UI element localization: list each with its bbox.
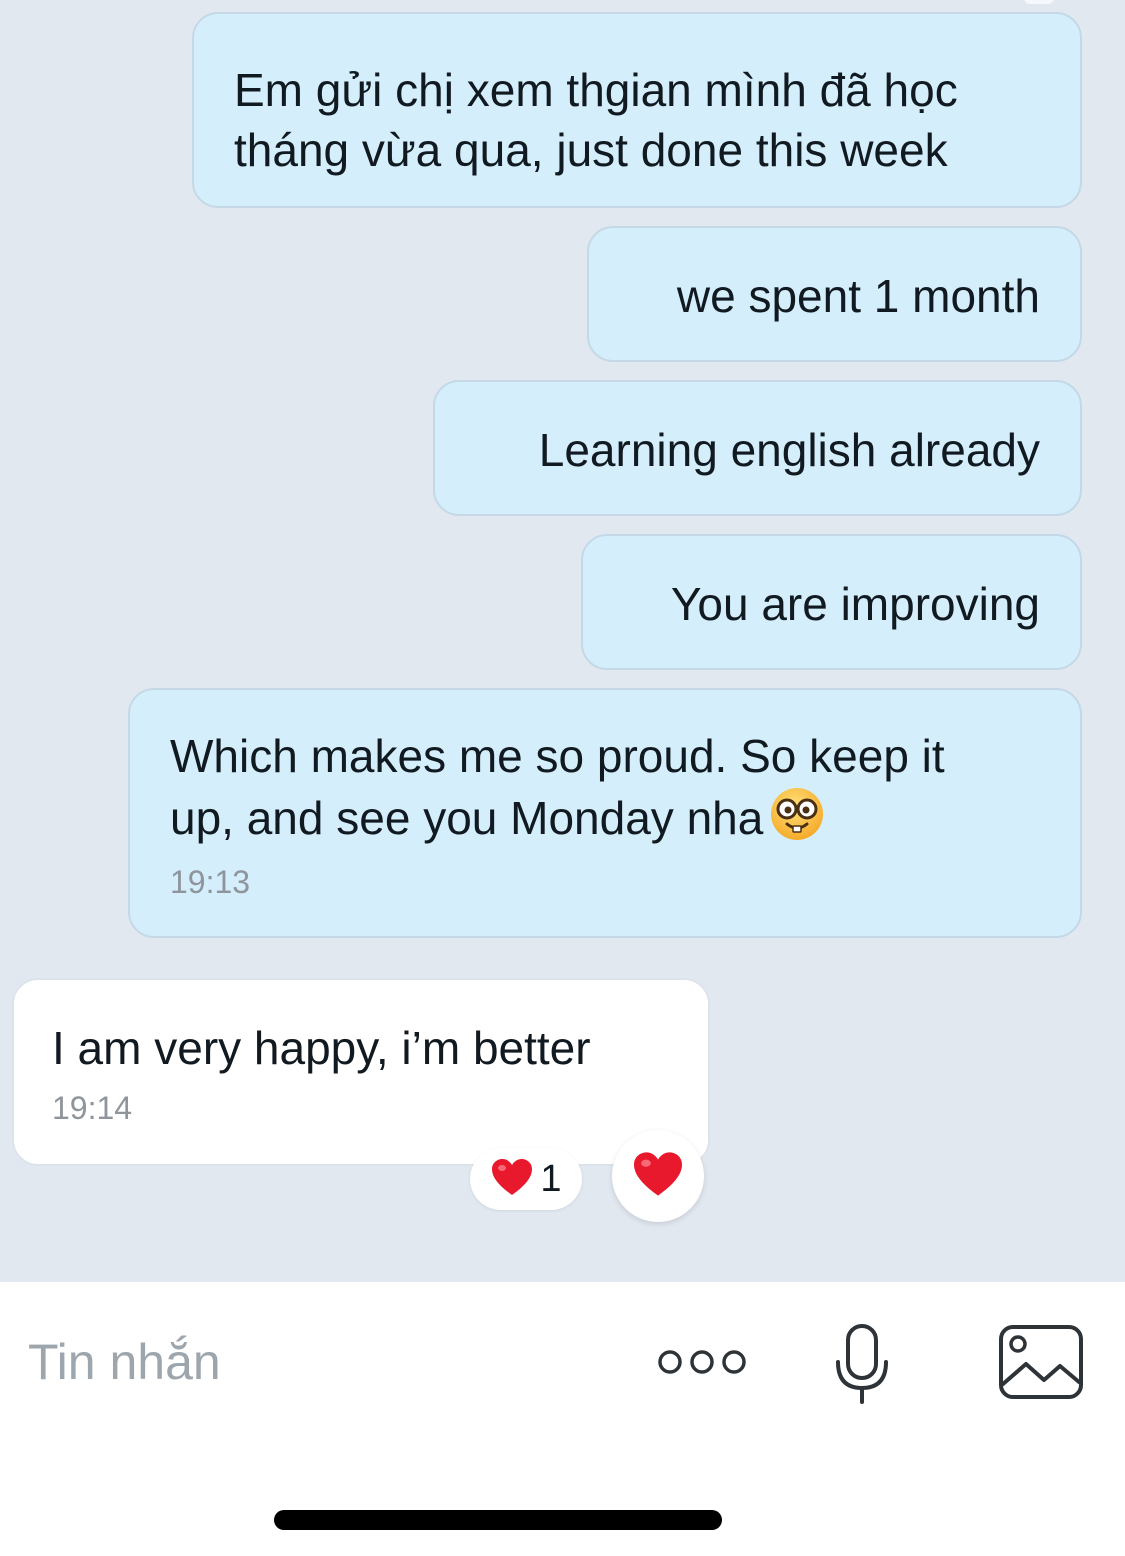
red-heart-icon bbox=[490, 1157, 534, 1202]
message-bubble-incoming[interactable]: I am very happy, i’m better 19:14 bbox=[12, 978, 710, 1166]
reaction-count: 1 bbox=[540, 1158, 562, 1200]
image-icon bbox=[998, 1325, 1084, 1404]
home-indicator[interactable] bbox=[274, 1510, 722, 1530]
message-input[interactable]: Tin nhắn bbox=[28, 1332, 588, 1392]
image-button[interactable] bbox=[998, 1324, 1084, 1400]
message-bubble-outgoing[interactable]: You are improving bbox=[581, 534, 1082, 670]
message-text: You are improving bbox=[670, 578, 1040, 630]
message-text: I am very happy, i’m better bbox=[52, 1022, 591, 1074]
reaction-summary[interactable]: 1 bbox=[470, 1148, 582, 1210]
message-timestamp: 19:13 bbox=[170, 864, 251, 900]
message-bubble-outgoing[interactable]: Which makes me so proud. So keep it up, … bbox=[128, 688, 1082, 938]
message-bubble-outgoing[interactable]: Learning english already bbox=[433, 380, 1082, 516]
message-text: we spent 1 month bbox=[676, 270, 1040, 322]
more-options-icon bbox=[652, 1350, 752, 1388]
message-text: Em gửi chị xem thgian mình đã học tháng … bbox=[234, 64, 958, 176]
microphone-button[interactable] bbox=[830, 1322, 894, 1406]
more-options-button[interactable] bbox=[652, 1340, 752, 1384]
red-heart-icon bbox=[631, 1150, 685, 1203]
nerd-face-emoji-icon bbox=[769, 786, 825, 842]
message-text: Learning english already bbox=[538, 424, 1040, 476]
message-bubble-outgoing[interactable]: we spent 1 month bbox=[587, 226, 1082, 362]
message-text-wrapper: Which makes me so proud. So keep it up, … bbox=[170, 726, 1040, 848]
message-timestamp: 19:14 bbox=[52, 1090, 133, 1126]
microphone-icon bbox=[830, 1324, 894, 1410]
react-heart-button[interactable] bbox=[612, 1130, 704, 1222]
chat-area[interactable]: Em gửi chị xem thgian mình đã học tháng … bbox=[0, 0, 1125, 1282]
message-text: Which makes me so proud. So keep it up, … bbox=[170, 730, 945, 844]
message-bubble-outgoing[interactable]: Em gửi chị xem thgian mình đã học tháng … bbox=[192, 12, 1082, 208]
scroll-edge bbox=[1024, 0, 1054, 4]
